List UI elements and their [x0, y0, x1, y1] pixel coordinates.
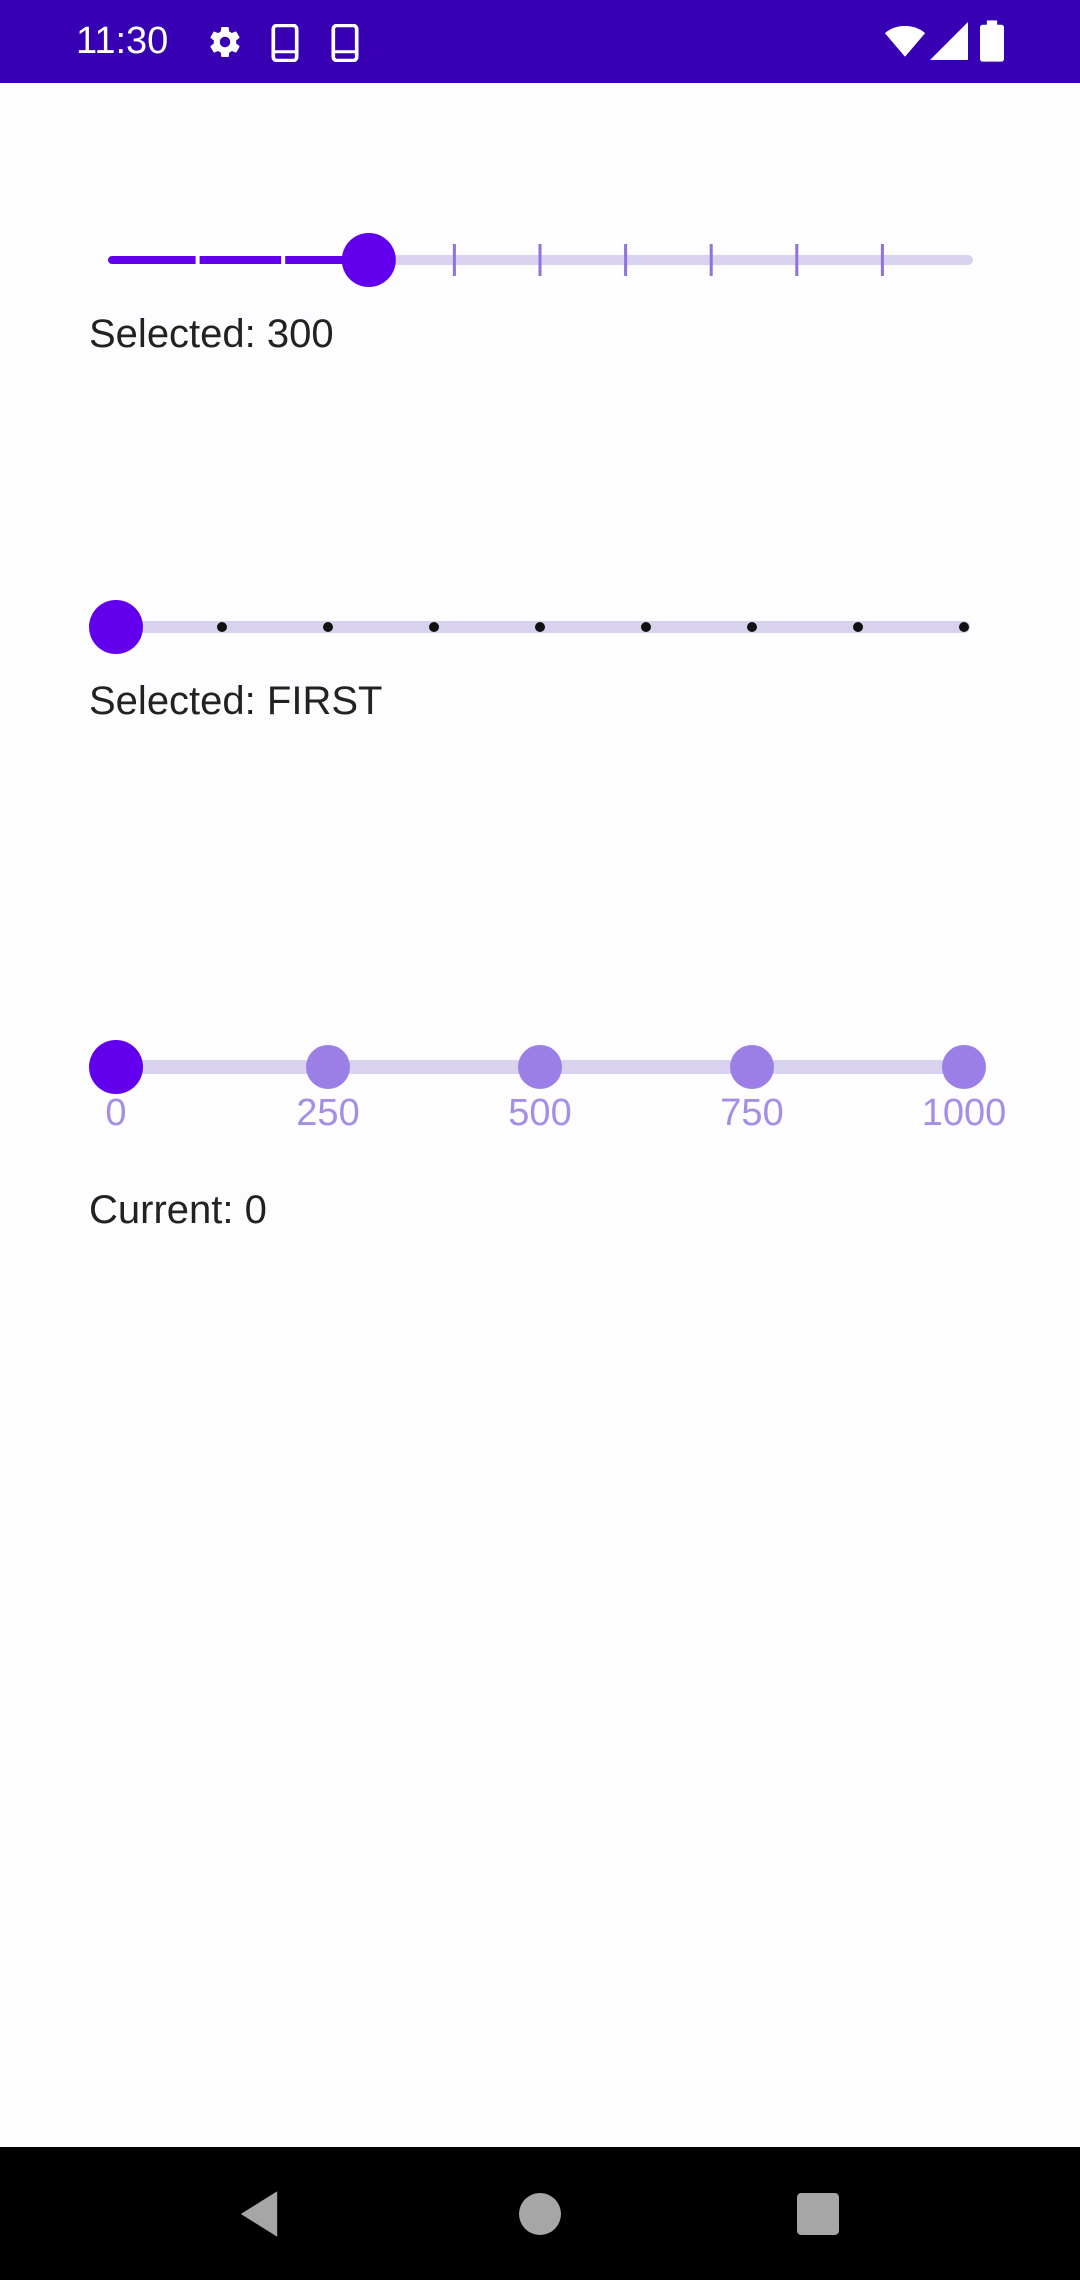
stepped-slider[interactable]	[0, 200, 1080, 320]
step-dot	[641, 622, 651, 632]
navigation-bar	[0, 2147, 1080, 2280]
content-area: Selected: 300 Selected: FIRST 0 250 500 750…	[0, 83, 1080, 2147]
slider-thumb	[89, 600, 143, 654]
battery-icon	[980, 20, 1004, 67]
selected-option-label: Selected: FIRST	[89, 679, 383, 723]
recents-button[interactable]	[787, 2183, 849, 2245]
phone-icon	[270, 23, 300, 67]
recents-icon	[797, 2193, 839, 2235]
current-value-label: Current: 0	[89, 1188, 267, 1232]
status-time: 11:30	[76, 20, 169, 62]
discrete-slider[interactable]	[0, 567, 1080, 687]
back-button[interactable]	[228, 2183, 290, 2245]
tick-stop	[306, 1045, 350, 1089]
wifi-icon	[884, 22, 926, 65]
gear-icon	[207, 24, 243, 65]
tick-label: 750	[720, 1092, 784, 1134]
status-bar: 11:30	[0, 0, 1080, 83]
slider-thumb	[89, 1040, 143, 1094]
step-dot	[323, 622, 333, 632]
step-dot	[959, 622, 969, 632]
stepped-slider-track[interactable]	[0, 200, 1080, 320]
tick-stop	[730, 1045, 774, 1089]
tick-label: 0	[105, 1092, 127, 1134]
signal-icon	[930, 22, 968, 65]
step-dot	[429, 622, 439, 632]
tick-stop	[942, 1045, 986, 1089]
tick-label: 1000	[921, 1092, 1007, 1134]
slider-thumb	[341, 233, 396, 287]
tick-label: 500	[508, 1092, 572, 1134]
tick-label: 250	[296, 1092, 360, 1134]
step-dot	[747, 622, 757, 632]
selected-value-label: Selected: 300	[89, 312, 334, 356]
discrete-slider-track[interactable]	[0, 567, 1080, 687]
step-dot	[217, 622, 227, 632]
back-icon	[240, 2191, 278, 2237]
phone-icon	[330, 23, 360, 67]
home-button[interactable]	[509, 2183, 571, 2245]
tick-stop	[518, 1045, 562, 1089]
home-icon	[519, 2193, 561, 2235]
step-dot	[535, 622, 545, 632]
step-dot	[853, 622, 863, 632]
